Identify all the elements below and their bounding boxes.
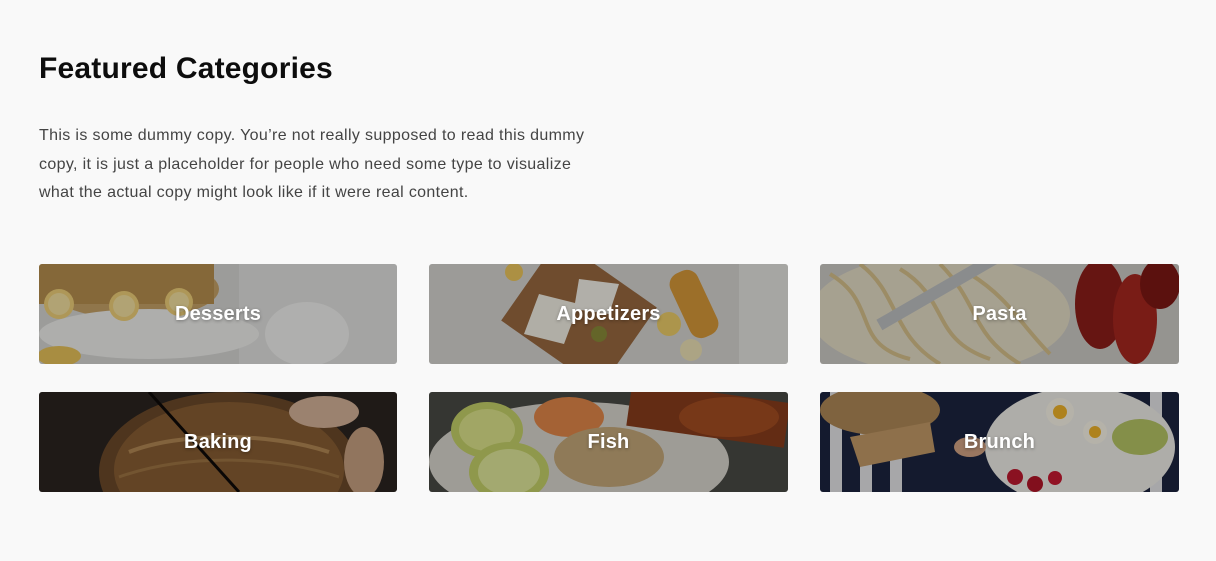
category-card-appetizers[interactable]: Appetizers — [429, 264, 788, 364]
category-label: Desserts — [174, 302, 262, 325]
category-card-desserts[interactable]: Desserts — [39, 264, 397, 364]
section-title: Featured Categories — [39, 52, 333, 85]
section-intro-text: This is some dummy copy. You’re not real… — [39, 127, 585, 201]
category-label: Appetizers — [556, 302, 661, 325]
category-card-baking[interactable]: Baking — [39, 392, 397, 492]
category-label: Brunch — [963, 430, 1036, 453]
category-label: Baking — [184, 430, 252, 453]
category-card-pasta[interactable]: Pasta — [820, 264, 1179, 364]
category-card-brunch[interactable]: Brunch — [820, 392, 1179, 492]
category-card-fish[interactable]: Fish — [429, 392, 788, 492]
featured-categories-section: Featured Categories This is some dummy c… — [0, 0, 1216, 561]
category-label: Fish — [587, 430, 630, 453]
category-label: Pasta — [972, 302, 1027, 325]
category-grid: Desserts Appetizers Pasta Baking Fish Br… — [39, 264, 1179, 492]
